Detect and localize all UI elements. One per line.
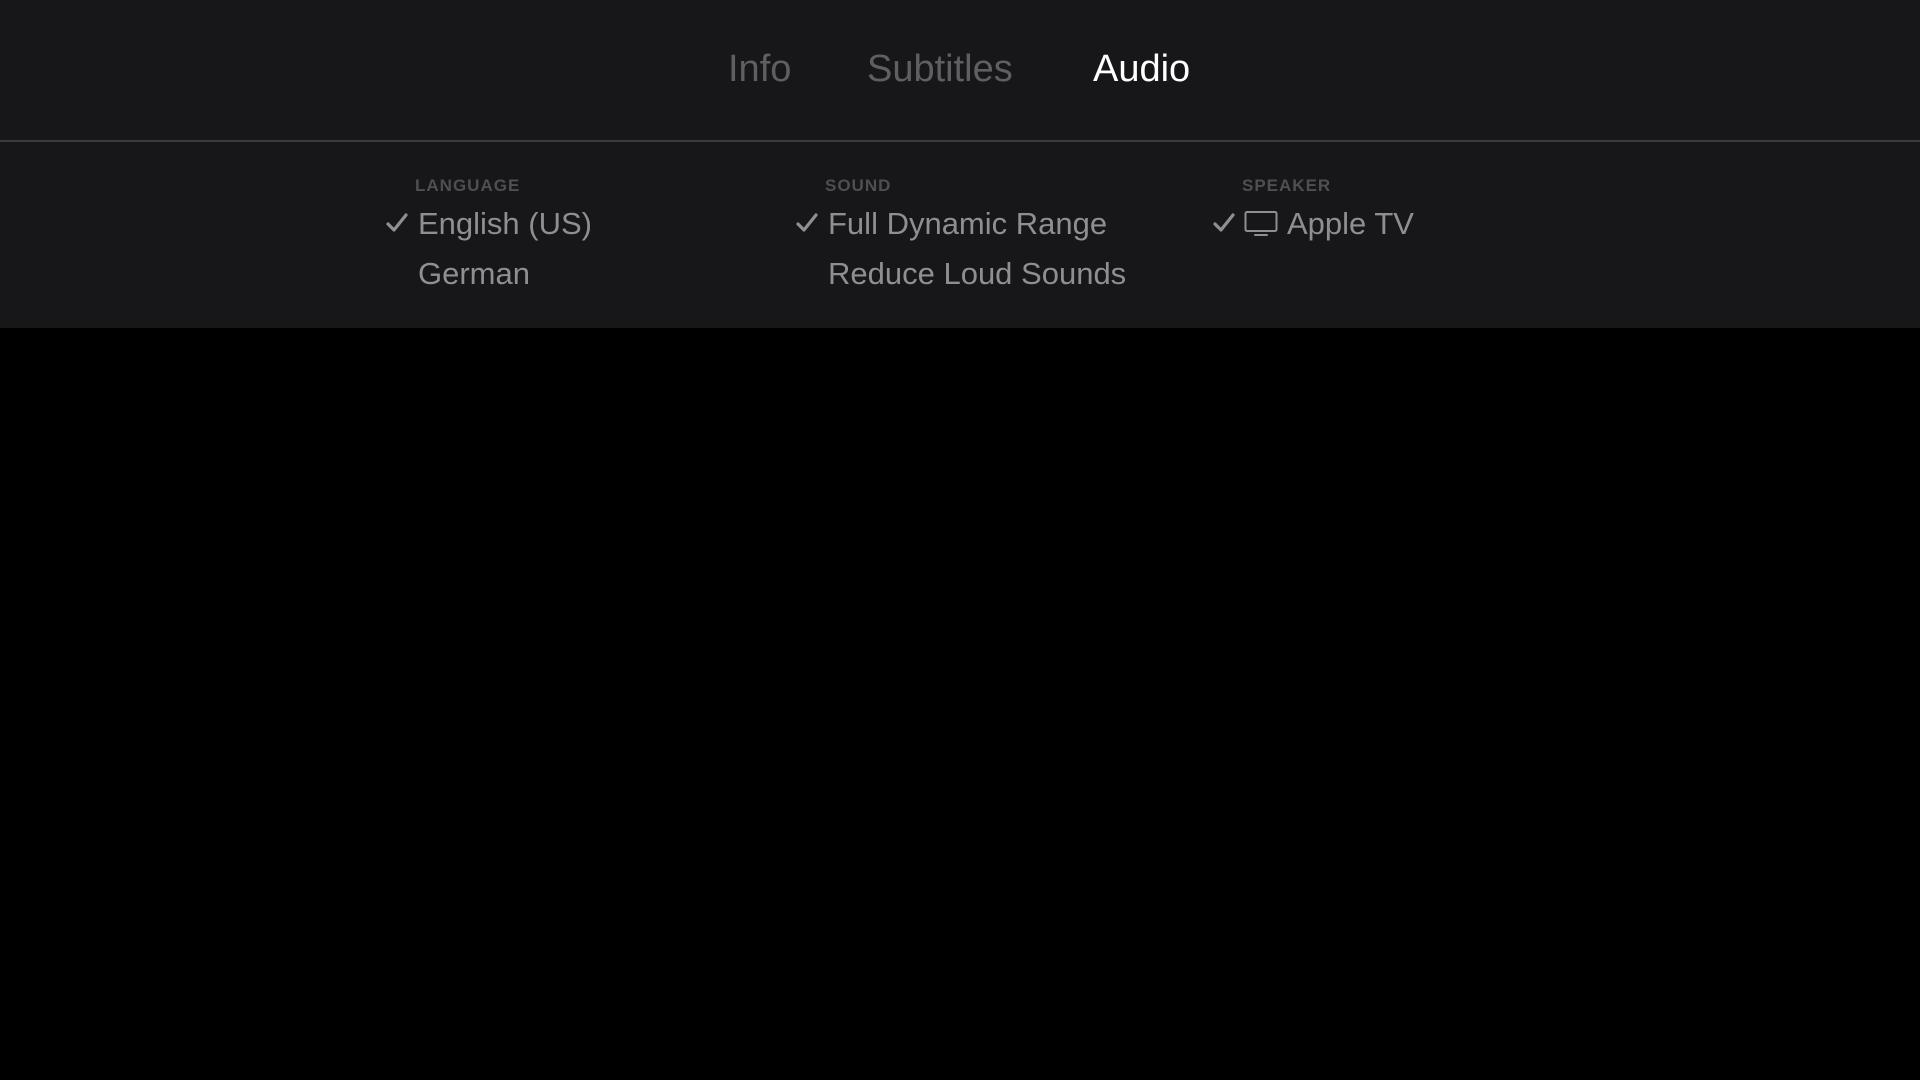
tab-info[interactable]: Info: [728, 46, 791, 92]
video-area: [0, 328, 1920, 1080]
speaker-header: SPEAKER: [1242, 176, 1332, 195]
tab-divider: [0, 140, 1920, 142]
sound-header: SOUND: [825, 176, 892, 195]
option-label: English (US): [418, 206, 592, 241]
audio-settings-panel: Info Subtitles Audio LANGUAGE English (U…: [0, 0, 1920, 328]
option-label: Full Dynamic Range: [828, 206, 1108, 241]
language-option-german[interactable]: German: [385, 252, 785, 296]
tv-icon: [1244, 210, 1278, 238]
language-option-english-us[interactable]: English (US): [385, 202, 785, 246]
checkmark-icon: [795, 211, 819, 235]
option-label: Reduce Loud Sounds: [828, 256, 1127, 291]
checkmark-icon: [1212, 211, 1236, 235]
sound-option-full-dynamic-range[interactable]: Full Dynamic Range: [795, 202, 1195, 246]
option-label: German: [418, 256, 530, 291]
tab-bar: Info Subtitles Audio: [0, 0, 1920, 140]
option-label: Apple TV: [1287, 206, 1414, 241]
sound-option-reduce-loud-sounds[interactable]: Reduce Loud Sounds: [795, 252, 1195, 296]
checkmark-icon: [385, 211, 409, 235]
speaker-option-apple-tv[interactable]: Apple TV: [1212, 202, 1612, 246]
language-header: LANGUAGE: [415, 176, 521, 195]
tab-subtitles[interactable]: Subtitles: [867, 46, 1013, 92]
tab-audio[interactable]: Audio: [1093, 46, 1190, 92]
